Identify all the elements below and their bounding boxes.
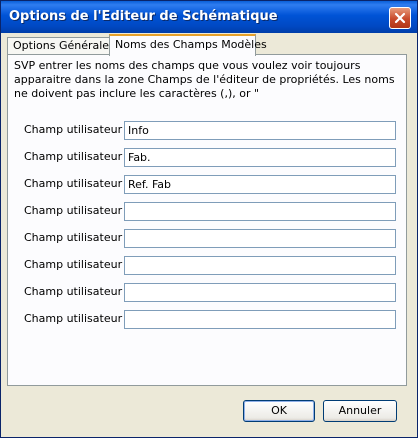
instructions-text: SVP entrer les noms des champs que vous … [14, 59, 395, 100]
ok-button[interactable]: OK [243, 400, 315, 422]
field-input-4[interactable] [124, 202, 396, 221]
field-row: Champ utilisateur 3 [8, 175, 406, 195]
field-label: Champ utilisateur 2 [24, 150, 133, 163]
close-button[interactable] [389, 7, 411, 29]
field-input-5[interactable] [124, 229, 396, 248]
field-label: Champ utilisateur 7 [24, 285, 133, 298]
field-row: Champ utilisateur 7 [8, 283, 406, 303]
field-label: Champ utilisateur 5 [24, 231, 133, 244]
tab-panel: SVP entrer les noms des champs que vous … [7, 54, 407, 386]
title-bar[interactable]: Options de l'Editeur de Schématique [1, 1, 417, 33]
field-input-8[interactable] [124, 310, 396, 329]
field-label: Champ utilisateur 3 [24, 177, 133, 190]
field-input-6[interactable] [124, 256, 396, 275]
tab-options-generales[interactable]: Options Générales [7, 37, 115, 54]
field-row: Champ utilisateur 4 [8, 202, 406, 222]
tab-noms-champs-modeles[interactable]: Noms des Champs Modèles [109, 34, 267, 56]
field-row: Champ utilisateur 6 [8, 256, 406, 276]
field-label: Champ utilisateur 1 [24, 123, 133, 136]
field-label: Champ utilisateur 6 [24, 258, 133, 271]
field-input-7[interactable] [124, 283, 396, 302]
cancel-button[interactable]: Annuler [323, 400, 397, 422]
field-input-1[interactable] [124, 121, 396, 140]
field-label: Champ utilisateur 8 [24, 312, 133, 325]
field-input-2[interactable] [124, 148, 396, 167]
field-row: Champ utilisateur 8 [8, 310, 406, 330]
field-row: Champ utilisateur 2 [8, 148, 406, 168]
close-icon [394, 12, 406, 24]
field-label: Champ utilisateur 4 [24, 204, 133, 217]
field-input-3[interactable] [124, 175, 396, 194]
window-title: Options de l'Editeur de Schématique [9, 9, 278, 24]
field-row: Champ utilisateur 5 [8, 229, 406, 249]
field-row: Champ utilisateur 1 [8, 121, 406, 141]
options-dialog: Options de l'Editeur de Schématique Opti… [0, 0, 418, 438]
